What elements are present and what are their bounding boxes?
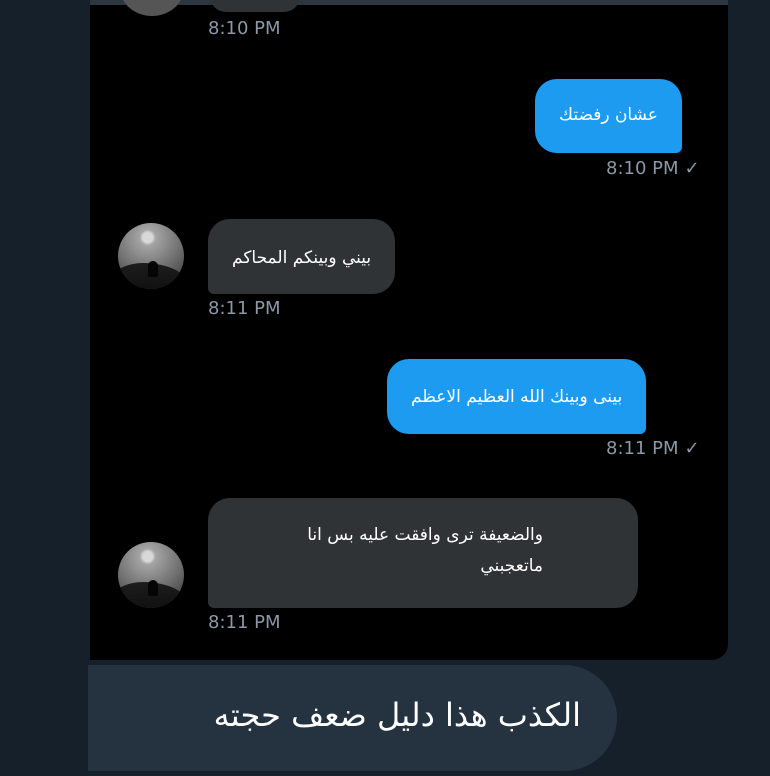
message-text-line: ماتعجبني xyxy=(480,556,543,576)
message-timestamp: 8:11 PM xyxy=(208,612,281,633)
message-text: بيني وبينكم المحاكم xyxy=(232,248,372,268)
message-text: عشان رفضتك xyxy=(559,105,658,125)
message-timestamp: 8:10 PM xyxy=(208,18,281,39)
incoming-message-bubble[interactable]: بيني وبينكم المحاكم xyxy=(208,219,396,294)
outgoing-message-bubble[interactable]: عشان رفضتك xyxy=(535,79,682,153)
partial-avatar xyxy=(120,0,184,16)
message-timestamp: 8:10 PM ✓ xyxy=(606,158,700,179)
chat-panel: 8:10 PM عشان رفضتك 8:10 PM ✓ بيني وبينكم … xyxy=(90,0,728,660)
partial-message-bubble xyxy=(210,0,300,12)
incoming-message-bubble[interactable]: والضعيفة ترى وافقت عليه بس انا ماتعجبني xyxy=(208,498,638,608)
contact-avatar[interactable] xyxy=(118,223,184,289)
message-timestamp: 8:11 PM ✓ xyxy=(606,438,700,459)
check-icon: ✓ xyxy=(684,438,700,459)
check-icon: ✓ xyxy=(684,158,700,179)
message-text: بينى وبينك الله العظيم الاعظم xyxy=(411,387,623,407)
caption-text: الكذب هذا دليل ضعف حجته xyxy=(213,696,581,734)
caption-box: الكذب هذا دليل ضعف حجته xyxy=(88,665,617,771)
message-text-line: والضعيفة ترى وافقت عليه بس انا xyxy=(307,525,543,545)
contact-avatar[interactable] xyxy=(118,542,184,608)
message-timestamp: 8:11 PM xyxy=(208,298,281,319)
outgoing-message-bubble[interactable]: بينى وبينك الله العظيم الاعظم xyxy=(387,359,647,434)
top-divider xyxy=(90,0,728,5)
